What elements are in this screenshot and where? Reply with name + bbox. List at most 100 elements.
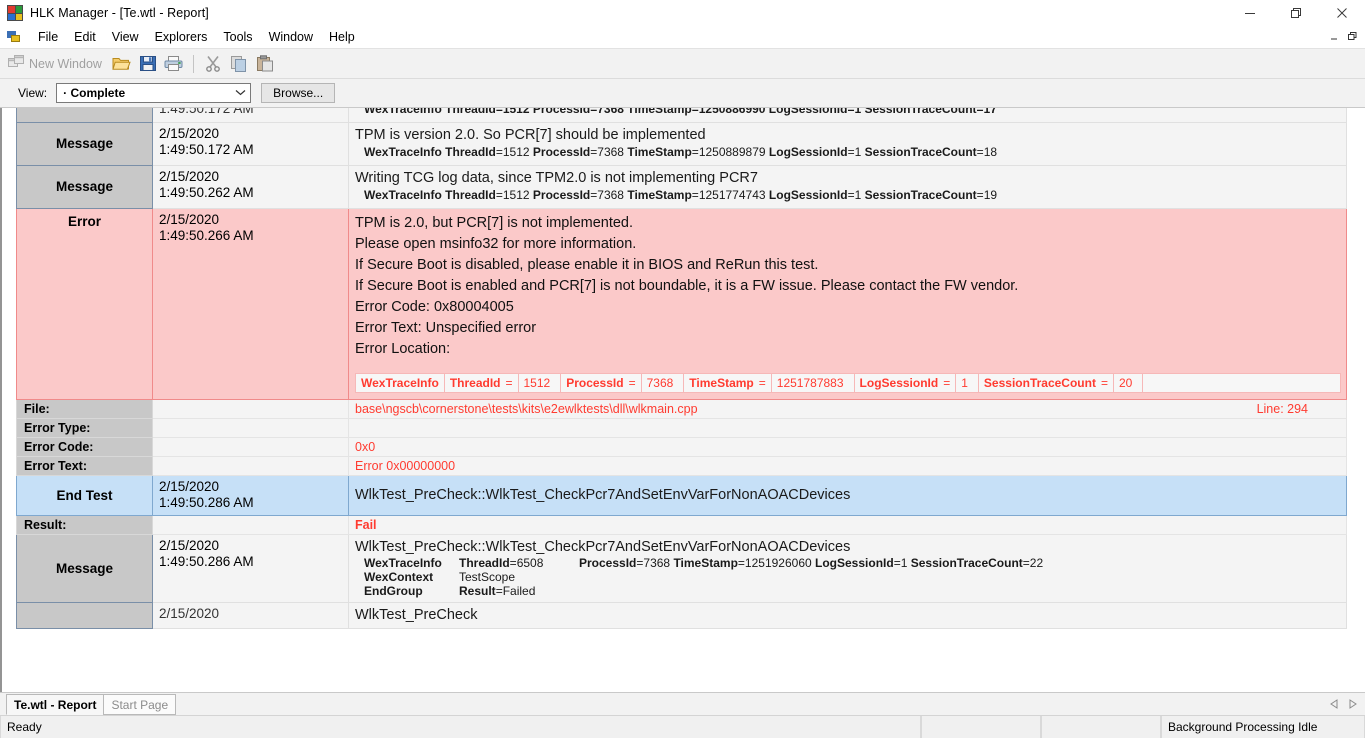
final-trace-table: WexTraceInfo ThreadId=6508 ProcessId=736… — [355, 556, 1346, 598]
field-row-error-text[interactable]: Error Text: Error 0x00000000 — [16, 455, 1347, 476]
end-test-message: WlkTest_PreCheck::WlkTest_CheckPcr7AndSe… — [355, 486, 851, 503]
table-row-partial-bottom[interactable]: 2/15/2020 WlkTest_PreCheck — [16, 601, 1347, 629]
trace-rest — [579, 584, 1346, 598]
trace-field: ThreadId = 1512 — [445, 373, 562, 392]
trace-rest — [579, 570, 1346, 584]
row-date: 2/15/2020 — [159, 125, 220, 141]
menu-item-edit[interactable]: Edit — [66, 28, 104, 46]
view-bar: View: · Complete Browse... — [0, 79, 1365, 108]
row-type-badge: Message — [16, 121, 153, 166]
field-row-error-type[interactable]: Error Type: — [16, 417, 1347, 438]
trace-value: Failed — [502, 583, 536, 598]
trace-value: 7368 — [597, 144, 624, 159]
field-row-error-code[interactable]: Error Code: 0x0 — [16, 436, 1347, 457]
trace-value: 1 — [854, 187, 862, 202]
trace-key: SessionTraceCount — [864, 144, 977, 159]
mdi-window-icon — [7, 30, 22, 44]
row-date: 2/15/2020 — [159, 537, 220, 553]
field-blank — [152, 455, 349, 476]
tab-te-wtl-report[interactable]: Te.wtl - Report — [6, 694, 105, 715]
row-timestamp: 2/15/2020 1:49:50.262 AM — [152, 164, 349, 209]
print-icon[interactable] — [162, 52, 186, 75]
menu-item-explorers[interactable]: Explorers — [147, 28, 216, 46]
status-slot-1 — [921, 716, 1041, 738]
menu-item-help[interactable]: Help — [321, 28, 363, 46]
error-line: Error Code: 0x80004005 — [355, 298, 514, 315]
menu-item-view[interactable]: View — [104, 28, 147, 46]
trace-key: LogSessionId — [768, 144, 848, 159]
field-row-result[interactable]: Result: Fail — [16, 514, 1347, 535]
trace-value: 19 — [983, 187, 998, 202]
minimize-button[interactable] — [1227, 0, 1273, 26]
tab-start-page[interactable]: Start Page — [103, 694, 177, 715]
copy-icon[interactable] — [227, 52, 251, 75]
row-message-text: WlkTest_PreCheck::WlkTest_CheckPcr7AndSe… — [355, 538, 851, 555]
hlk-icon — [7, 5, 23, 21]
report-content: 1:49:50.172 AM WexTraceInfo ThreadId=151… — [2, 108, 1365, 629]
trace-key: SessionTraceCount — [864, 187, 977, 202]
row-trace: WexTraceInfo ThreadId=1512 ProcessId=736… — [364, 144, 998, 159]
trace-value: 1251926060 — [744, 555, 812, 570]
trace-key: ProcessId — [566, 375, 624, 390]
window-title: HLK Manager - [Te.wtl - Report] — [30, 6, 209, 20]
trace-field: TestScope — [459, 570, 579, 584]
menu-item-file[interactable]: File — [30, 28, 66, 46]
scroll-left-icon[interactable] — [1330, 699, 1339, 712]
new-window-label: New Window — [29, 56, 102, 71]
partial-top-time: 1:49:50.172 AM — [152, 108, 349, 123]
trace-row: WexTraceInfo ThreadId=6508 ProcessId=736… — [355, 556, 1346, 570]
error-line: Error Text: Unspecified error — [355, 319, 537, 336]
error-line: If Secure Boot is enabled and PCR[7] is … — [355, 277, 1019, 294]
table-row-partial-top[interactable]: 1:49:50.172 AM WexTraceInfo ThreadId=151… — [16, 108, 1347, 123]
table-row-error[interactable]: Error 2/15/2020 1:49:50.266 AM TPM is 2.… — [16, 207, 1347, 400]
browse-button[interactable]: Browse... — [261, 83, 336, 103]
error-type-badge: Error — [16, 207, 153, 400]
trace-value: 1512 — [502, 144, 530, 159]
trace-key: ProcessId — [532, 187, 591, 202]
trace-field: LogSessionId = 1 — [855, 373, 979, 392]
status-ready: Ready — [0, 716, 921, 738]
trace-value: 1251774743 — [698, 187, 766, 202]
field-label: Error Text: — [16, 455, 153, 476]
close-button[interactable] — [1319, 0, 1365, 26]
row-time: 1:49:50.286 AM — [159, 554, 254, 570]
trace-key: LogSessionId — [768, 187, 848, 202]
menu-item-tools[interactable]: Tools — [215, 28, 260, 46]
field-row-file[interactable]: File: base\ngscb\cornerstone\tests\kits\… — [16, 398, 1347, 419]
report-view[interactable]: 1:49:50.172 AM WexTraceInfo ThreadId=151… — [0, 108, 1365, 692]
end-test-timestamp: 2/15/2020 1:49:50.286 AM — [152, 474, 349, 516]
table-row[interactable]: Message 2/15/2020 1:49:50.262 AM Writing… — [16, 164, 1347, 209]
end-test-time: 1:49:50.286 AM — [159, 495, 254, 511]
table-row[interactable]: Message 2/15/2020 1:49:50.172 AM TPM is … — [16, 121, 1347, 166]
trace-source: WexTraceInfo — [364, 144, 442, 159]
trace-source: WexTraceInfo — [356, 373, 445, 392]
new-window-button[interactable]: New Window — [5, 53, 109, 75]
save-icon[interactable] — [136, 52, 160, 75]
table-row-end-test[interactable]: End Test 2/15/2020 1:49:50.286 AM WlkTes… — [16, 474, 1347, 516]
chevron-down-icon — [235, 89, 246, 98]
view-select[interactable]: · Complete — [56, 83, 252, 103]
mdi-restore-button[interactable] — [1343, 28, 1361, 45]
trace-value: 20 — [1118, 375, 1133, 390]
paste-icon[interactable] — [253, 52, 277, 75]
status-background-processing: Background Processing Idle — [1161, 716, 1365, 738]
open-icon[interactable] — [110, 52, 134, 75]
row-timestamp: 2/15/2020 1:49:50.172 AM — [152, 121, 349, 166]
trace-value: 7368 — [597, 187, 624, 202]
cut-icon[interactable] — [201, 52, 225, 75]
scroll-right-icon[interactable] — [1348, 699, 1357, 712]
error-line: If Secure Boot is disabled, please enabl… — [355, 256, 819, 273]
menu-item-window[interactable]: Window — [261, 28, 321, 46]
field-value-cell: 0x0 — [348, 436, 1347, 457]
partial-top-type — [16, 108, 153, 123]
error-trace-box: WexTraceInfo ThreadId = 1512 ProcessId = 736… — [355, 372, 1341, 393]
end-test-date: 2/15/2020 — [159, 478, 220, 494]
mdi-minimize-button[interactable] — [1325, 28, 1343, 45]
trace-key: ProcessId — [532, 144, 591, 159]
table-row[interactable]: Message 2/15/2020 1:49:50.286 AM WlkTest… — [16, 533, 1347, 603]
restore-button[interactable] — [1273, 0, 1319, 26]
trace-value: 1512 — [523, 375, 551, 390]
partial-bottom-text: WlkTest_PreCheck — [355, 606, 478, 623]
row-message-text: Writing TCG log data, since TPM2.0 is no… — [355, 169, 758, 186]
field-label: File: — [16, 398, 153, 419]
